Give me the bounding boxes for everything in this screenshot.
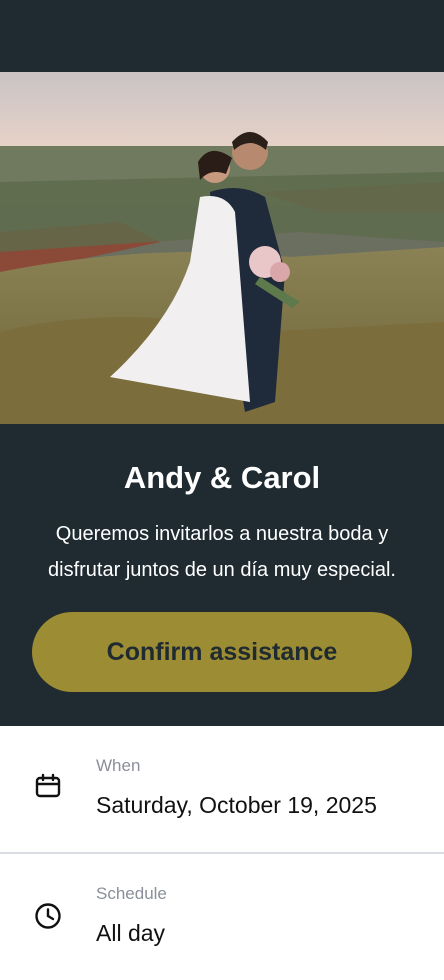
wedding-photo bbox=[0, 72, 444, 424]
couple-names: Andy & Carol bbox=[123, 460, 321, 495]
clock-icon bbox=[35, 903, 61, 929]
calendar-icon bbox=[35, 773, 61, 798]
confirm-assistance-button[interactable]: Confirm assistance bbox=[32, 612, 412, 692]
schedule-value: All day bbox=[96, 920, 166, 946]
when-value: Saturday, October 19, 2025 bbox=[96, 792, 377, 818]
schedule-row: Schedule All day bbox=[0, 854, 444, 980]
invitation-hero: Andy & Carol Queremos invitarlos a nuest… bbox=[0, 424, 444, 726]
when-label: When bbox=[96, 756, 141, 775]
top-bar bbox=[0, 0, 444, 72]
when-row: When Saturday, October 19, 2025 bbox=[0, 726, 444, 854]
invitation-message: Queremos invitarlos a nuestra boda y dis… bbox=[48, 523, 396, 581]
schedule-label: Schedule bbox=[96, 884, 167, 903]
